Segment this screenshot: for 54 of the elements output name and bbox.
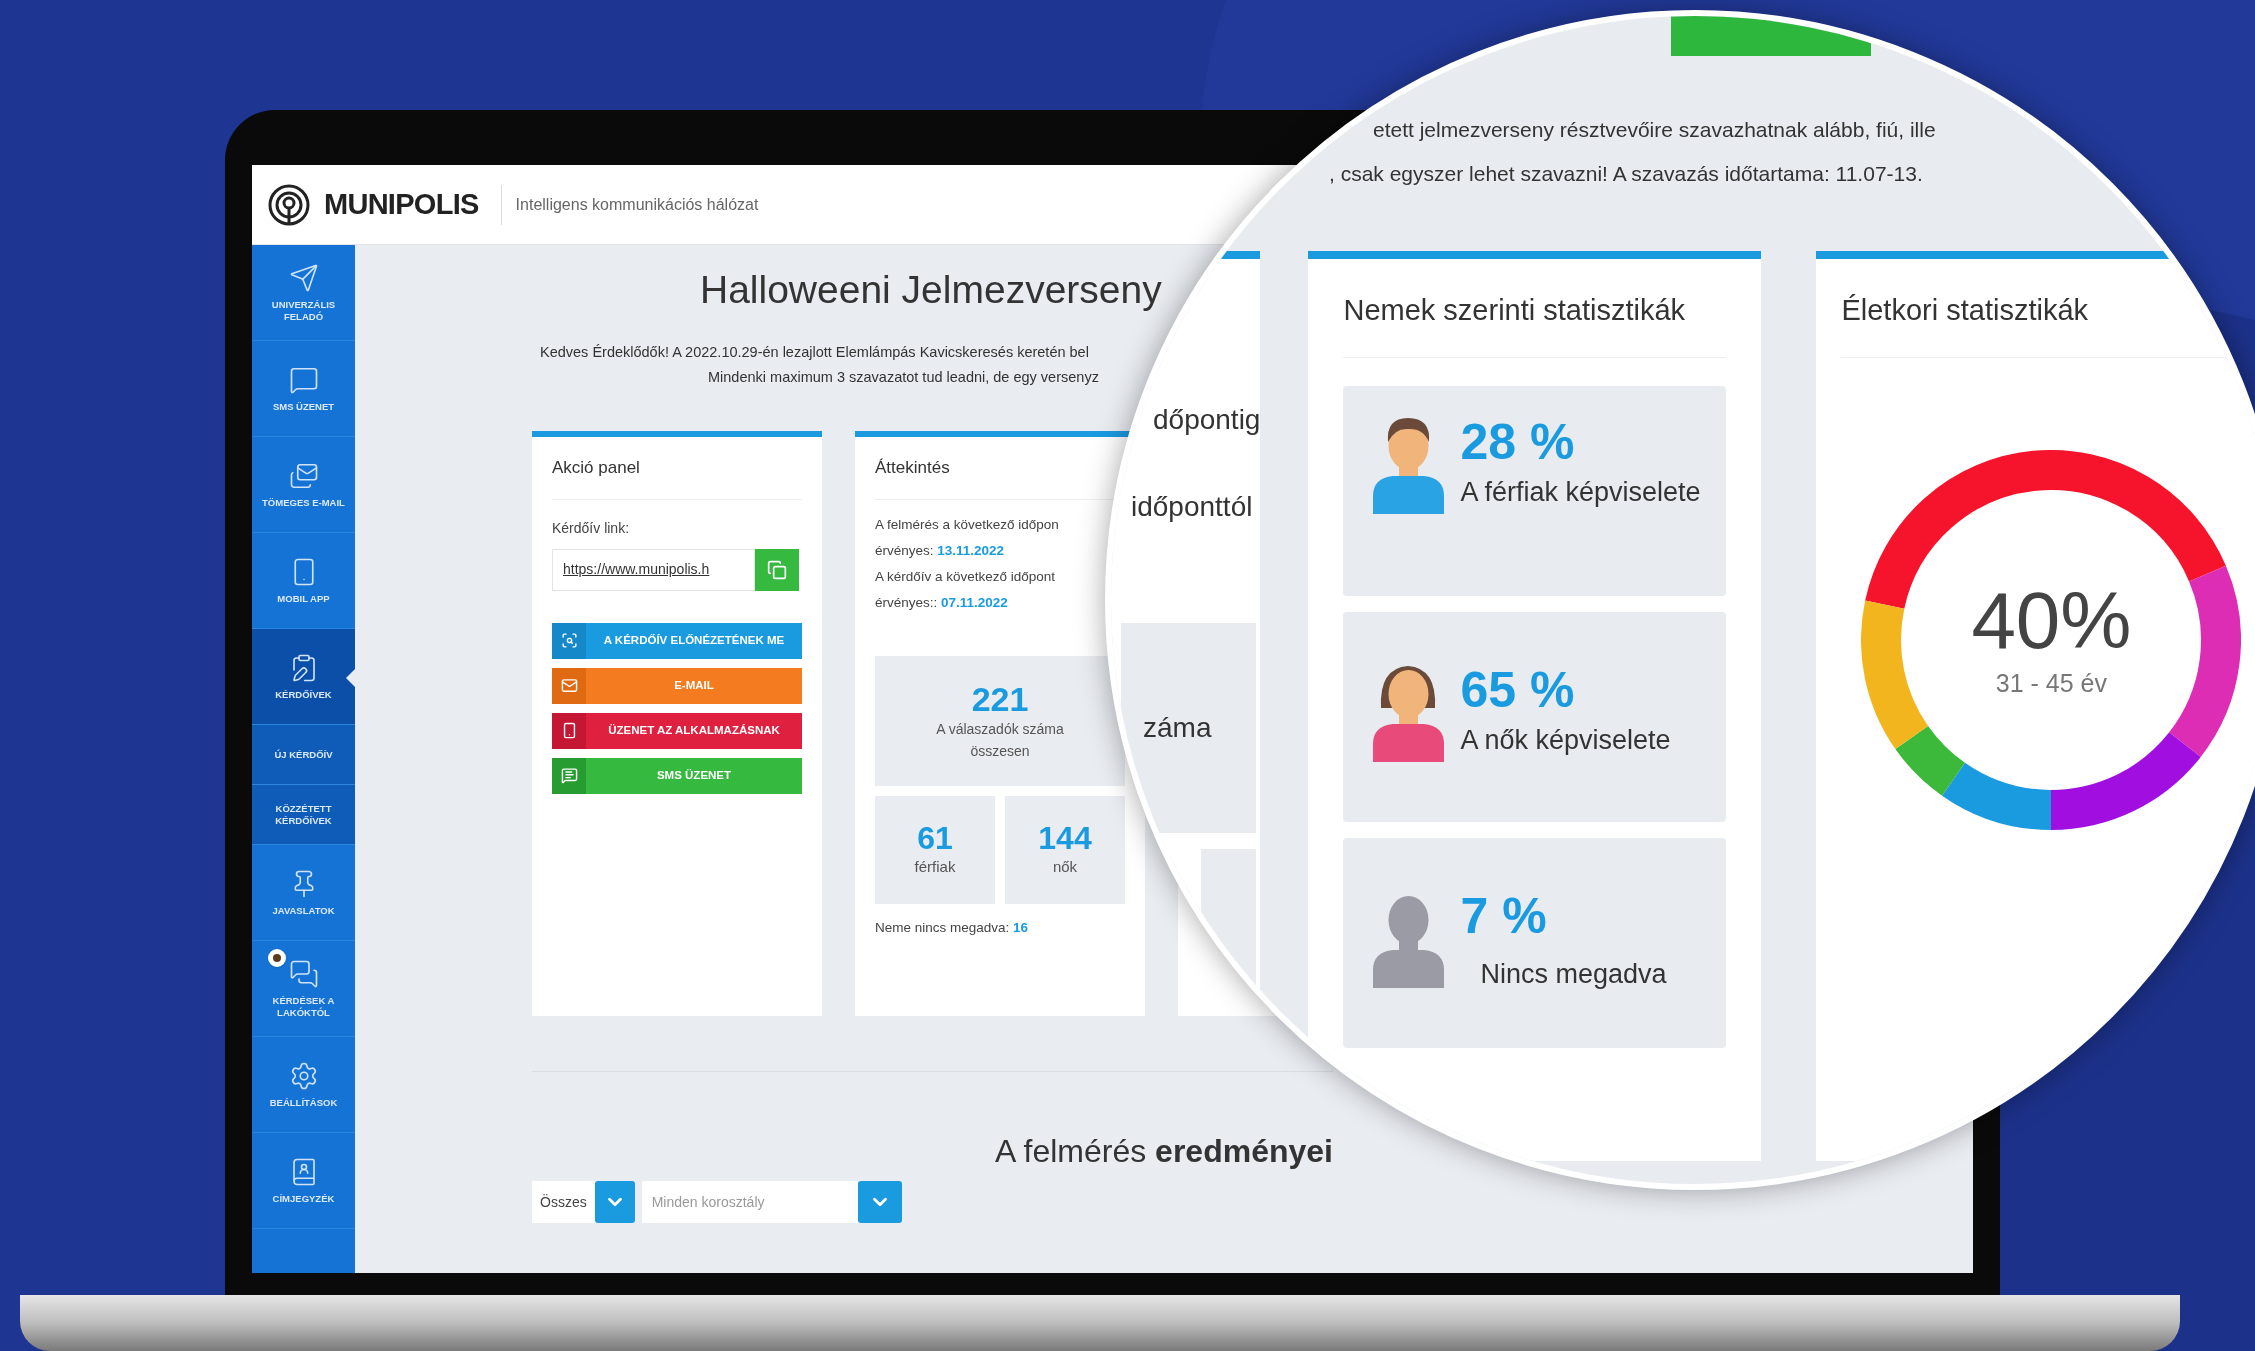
- stat-value: 221: [971, 679, 1029, 718]
- percent-value: 65 %: [1460, 660, 1576, 720]
- intro-text: etett jelmezverseny résztvevőire szavazhatnak alább, fiú, ille: [1373, 117, 1937, 143]
- stat-value: 61: [917, 820, 953, 857]
- action-button[interactable]: E-MAIL: [552, 667, 802, 704]
- stat-label: A nők képviselete: [1460, 723, 1672, 757]
- sidebar-item[interactable]: KÖZZÉTETT KÉRDŐÍVEK: [252, 785, 355, 845]
- copy-button[interactable]: [755, 548, 799, 591]
- broadcast-logo-icon: [268, 183, 310, 226]
- stat-label: Nincs megadva: [1479, 957, 1668, 991]
- gender-select[interactable]: Összes: [532, 1181, 595, 1223]
- stat-value: 144: [1038, 820, 1092, 857]
- link-field[interactable]: https://www.munipolis.h: [552, 548, 755, 591]
- validity-date: érvényes:: 07.11.2022: [875, 593, 1009, 612]
- survey-title: Halloweeni Jelmezverseny: [700, 267, 1162, 313]
- sidebar-item[interactable]: ÚJ KÉRDŐÍV: [252, 725, 355, 785]
- search-icon: [560, 632, 578, 649]
- donut-center-label: 31 - 45 év: [1995, 667, 2108, 699]
- fragment-text: dőpontig: [1153, 403, 1261, 437]
- stat-label: A férfiak képviselete: [1460, 475, 1702, 509]
- results-heading: A felmérés eredményei: [995, 1132, 1333, 1171]
- sidebar-item[interactable]: KÉRDŐÍVEK: [252, 629, 355, 725]
- validity-text: A kérdőív a következő időpont: [875, 567, 1057, 586]
- card-title: Életkori statisztikák: [1841, 259, 2255, 358]
- message-icon: [560, 767, 578, 784]
- stat-label: A válaszadók száma összesen: [935, 719, 1065, 761]
- action-button[interactable]: ÜZENET AZ ALKALMAZÁSNAK: [552, 712, 802, 749]
- action-button[interactable]: A KÉRDŐÍV ELŐNÉZETÉNEK ME: [552, 622, 802, 659]
- link-label: Kérdőív link:: [552, 518, 631, 538]
- validity-text: A felmérés a következő időpon: [875, 515, 1060, 534]
- mail-icon: [560, 677, 578, 694]
- intro-text: , csak egyszer lehet szavazni! A szavazás időtartama: 11.07-13.: [1329, 160, 1924, 187]
- copy-icon: [767, 559, 787, 580]
- age-select[interactable]: Minden korosztály: [641, 1181, 858, 1223]
- fragment-text: időponttól: [1131, 490, 1254, 524]
- stat-label: férfiak: [914, 857, 956, 878]
- unknown-gender-text: Neme nincs megadva: 16: [875, 918, 1030, 937]
- dropdown-button[interactable]: [594, 1181, 635, 1223]
- brand-name: MUNIPOLIS: [324, 186, 479, 222]
- stat-label: nők: [1052, 857, 1078, 878]
- action-button[interactable]: SMS ÜZENET: [552, 757, 802, 794]
- intro-text: Mindenki maximum 3 szavazatot tud leadni, de egy versenyz: [708, 368, 1099, 388]
- dropdown-button[interactable]: [857, 1181, 902, 1223]
- percent-value: 28 %: [1460, 412, 1576, 472]
- validity-date: érvényes: 13.11.2022: [875, 541, 1006, 560]
- card-title: Akció panel: [552, 437, 802, 500]
- chat-icon: [288, 958, 319, 989]
- card-title: Nemek szerinti statisztikák: [1343, 259, 1727, 358]
- donut-center-value: 40%: [1971, 576, 2132, 665]
- fragment-text: záma: [1143, 711, 1212, 745]
- tagline: Intelligens kommunikációs hálózat: [515, 194, 759, 215]
- intro-text: Kedves Érdeklődők! A 2022.10.29-én lezajlott Elemlámpás Kavicskeresés keretén bel: [540, 342, 1089, 362]
- percent-value: 7 %: [1460, 886, 1548, 946]
- paper-plane-icon: [288, 262, 319, 293]
